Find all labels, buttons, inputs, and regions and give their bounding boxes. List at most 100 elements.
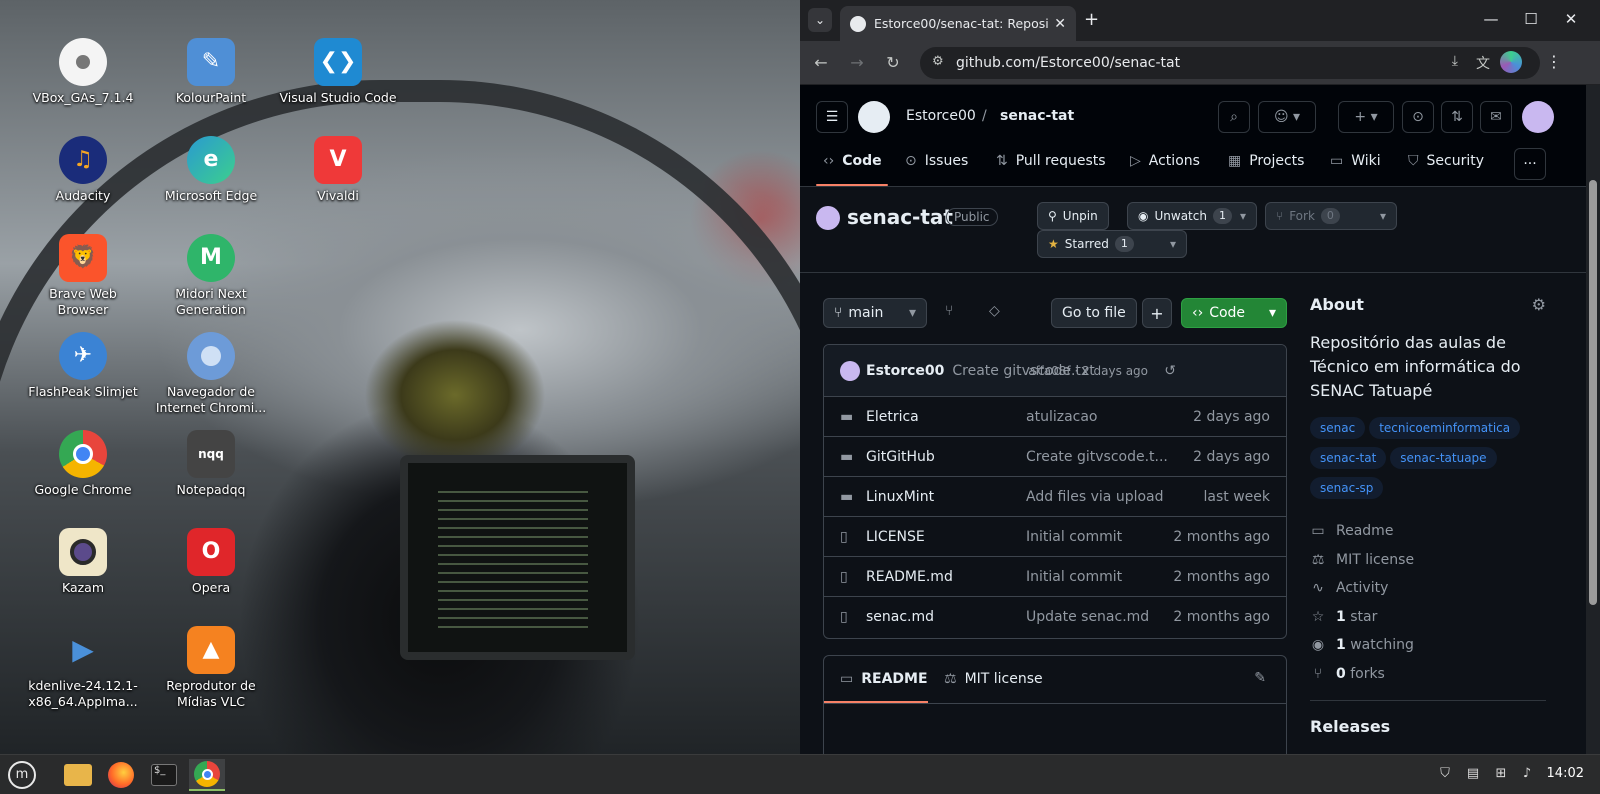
tab-code[interactable]: ‹› Code — [823, 153, 882, 169]
topic-tag[interactable]: senac — [1310, 417, 1366, 439]
mint-menu-icon[interactable]: m — [4, 759, 40, 791]
new-tab-button[interactable]: + — [1084, 9, 1099, 30]
code-dropdown-button[interactable]: ‹› Code ▾ — [1181, 298, 1287, 328]
browser-tab[interactable]: Estorce00/senac-tat: Repositó ✕ — [840, 6, 1076, 41]
desktop-icon-kazam[interactable]: Kazam — [23, 528, 143, 596]
history-icon[interactable]: ↺ — [1164, 363, 1176, 379]
translate-icon[interactable]: 文 — [1476, 53, 1490, 73]
tag-icon[interactable]: ◇ — [989, 303, 1000, 319]
file-name[interactable]: README.md — [866, 569, 1026, 585]
edit-pencil-icon[interactable]: ✎ — [1254, 670, 1266, 686]
forward-icon[interactable]: → — [846, 52, 868, 74]
scrollbar-thumb[interactable] — [1589, 180, 1597, 605]
site-info-icon[interactable]: ⚙ — [932, 54, 944, 69]
back-icon[interactable]: ← — [810, 52, 832, 74]
file-name[interactable]: LICENSE — [866, 529, 1026, 545]
desktop-icon-brave[interactable]: 🦁 Brave Web Browser — [23, 234, 143, 318]
file-commit-msg[interactable]: Create gitvscode.t... — [1026, 449, 1182, 465]
desktop-icon-kdenlive[interactable]: ▶ kdenlive-24.12.1-x86_64.AppIma... — [23, 626, 143, 710]
desktop-icon-slimjet[interactable]: ✈ FlashPeak Slimjet — [23, 332, 143, 400]
file-name[interactable]: GitGitHub — [866, 449, 1026, 465]
tab-security[interactable]: ⛉ Security — [1408, 153, 1484, 169]
about-activity-link[interactable]: ∿ Activity — [1310, 574, 1546, 603]
tab-pull-requests[interactable]: ⇅ Pull requests — [996, 153, 1106, 169]
desktop-icon-vscode[interactable]: ❮❯ Visual Studio Code — [278, 38, 398, 106]
github-logo-icon[interactable] — [858, 101, 890, 133]
inbox-icon[interactable]: ✉ — [1480, 101, 1512, 133]
fork-button[interactable]: ⑂ Fork 0 ▾ — [1265, 202, 1397, 230]
desktop-icon-audacity[interactable]: ♫ Audacity — [23, 136, 143, 204]
desktop-icon-kolourpaint[interactable]: ✎ KolourPaint — [151, 38, 271, 106]
tab-projects[interactable]: ▦ Projects — [1228, 153, 1304, 169]
clock[interactable]: 14:02 — [1547, 766, 1584, 781]
page-scrollbar[interactable] — [1586, 85, 1600, 754]
table-row[interactable]: ▯ README.md Initial commit 2 months ago — [824, 557, 1286, 597]
more-tabs-icon[interactable]: ··· — [1514, 148, 1546, 180]
owner-link[interactable]: Estorce00 — [906, 108, 976, 124]
terminal-icon[interactable]: $_ — [146, 759, 182, 791]
starred-button[interactable]: ★ Starred 1 ▾ — [1037, 230, 1187, 258]
tab-issues[interactable]: ⊙ Issues — [905, 153, 968, 169]
table-row[interactable]: ▬ Eletrica atulizacao 2 days ago — [824, 397, 1286, 437]
topic-tag[interactable]: senac-sp — [1310, 477, 1384, 499]
branch-selector[interactable]: ⑂ main ▾ — [823, 298, 927, 328]
topic-tag[interactable]: senac-tat — [1310, 447, 1387, 469]
unpin-button[interactable]: ⚲ Unpin — [1037, 202, 1109, 230]
go-to-file-button[interactable]: Go to file — [1051, 298, 1137, 328]
desktop-icon-vlc[interactable]: ▲ Reprodutor de Mídias VLC — [151, 626, 271, 710]
about-license-link[interactable]: ⚖ MIT license — [1310, 546, 1546, 575]
desktop-icon-chrome[interactable]: Google Chrome — [23, 430, 143, 498]
topic-tag[interactable]: tecnicoeminformatica — [1369, 417, 1521, 439]
file-name[interactable]: senac.md — [866, 609, 1026, 625]
table-row[interactable]: ▯ senac.md Update senac.md 2 months ago — [824, 597, 1286, 637]
add-file-button[interactable]: + — [1142, 298, 1172, 328]
firefox-icon[interactable] — [103, 759, 139, 791]
table-row[interactable]: ▬ GitGitHub Create gitvscode.t... 2 days ag… — [824, 437, 1286, 477]
table-row[interactable]: ▯ LICENSE Initial commit 2 months ago — [824, 517, 1286, 557]
shield-icon[interactable]: ⛉ — [1436, 766, 1454, 784]
desktop-icon-midori[interactable]: M Midori Next Generation — [151, 234, 271, 318]
desktop-icon-notepadqq[interactable]: nqq Notepadqq — [151, 430, 271, 498]
about-stars-link[interactable]: ☆ 1 star — [1310, 603, 1546, 632]
desktop-icon-opera[interactable]: O Opera — [151, 528, 271, 596]
topic-tag[interactable]: senac-tatuape — [1390, 447, 1497, 469]
copilot-icon[interactable]: ☺ ▾ — [1258, 101, 1316, 133]
close-window-icon[interactable]: ✕ — [1560, 10, 1582, 28]
clipboard-icon[interactable]: ▤ — [1464, 766, 1482, 784]
about-watching-link[interactable]: ◉ 1 watching — [1310, 631, 1546, 660]
commit-meta[interactable]: affa08f · 2 days ago — [1028, 364, 1148, 378]
file-commit-msg[interactable]: Initial commit — [1026, 569, 1182, 585]
repo-title[interactable]: senac-tat — [847, 205, 953, 229]
branches-icon[interactable]: ⑂ — [945, 303, 953, 319]
tab-license[interactable]: ⚖ MIT license — [944, 671, 1043, 687]
unwatch-button[interactable]: ◉ Unwatch 1 ▾ — [1127, 202, 1257, 230]
chrome-icon[interactable] — [189, 759, 225, 791]
search-icon[interactable]: ⌕ — [1218, 101, 1250, 133]
repo-link[interactable]: senac-tat — [1000, 108, 1074, 124]
close-tab-icon[interactable]: ✕ — [1054, 16, 1066, 32]
user-avatar[interactable] — [1522, 101, 1554, 133]
desktop-icon-vbox[interactable]: VBox_GAs_7.1.4 — [23, 38, 143, 106]
about-forks-link[interactable]: ⑂ 0 forks — [1310, 660, 1546, 689]
hamburger-menu-icon[interactable]: ☰ — [816, 101, 848, 133]
create-new-icon[interactable]: + ▾ — [1338, 101, 1394, 133]
maximize-icon[interactable]: ☐ — [1520, 10, 1542, 28]
tab-wiki[interactable]: ▭ Wiki — [1330, 153, 1381, 169]
file-name[interactable]: LinuxMint — [866, 489, 1026, 505]
file-commit-msg[interactable]: Add files via upload — [1026, 489, 1182, 505]
reload-icon[interactable]: ↻ — [882, 52, 904, 74]
releases-heading[interactable]: Releases — [1310, 717, 1546, 736]
desktop-icon-vivaldi[interactable]: V Vivaldi — [278, 136, 398, 204]
install-app-icon[interactable]: ⤓ — [1452, 53, 1458, 69]
profile-avatar[interactable] — [1500, 51, 1522, 73]
minimize-icon[interactable]: — — [1480, 10, 1502, 28]
file-commit-msg[interactable]: Update senac.md — [1026, 609, 1182, 625]
address-bar[interactable]: ⚙ github.com/Estorce00/senac-tat ⤓ 文 ☆ — [920, 47, 1540, 79]
pull-requests-icon[interactable]: ⇅ — [1441, 101, 1473, 133]
tab-readme[interactable]: ▭ README — [840, 671, 928, 687]
file-commit-msg[interactable]: Initial commit — [1026, 529, 1182, 545]
commit-author[interactable]: Estorce00 — [866, 363, 944, 379]
volume-icon[interactable]: ♪ — [1518, 766, 1536, 784]
settings-gear-icon[interactable]: ⚙ — [1532, 295, 1546, 314]
desktop-icon-edge[interactable]: e Microsoft Edge — [151, 136, 271, 204]
